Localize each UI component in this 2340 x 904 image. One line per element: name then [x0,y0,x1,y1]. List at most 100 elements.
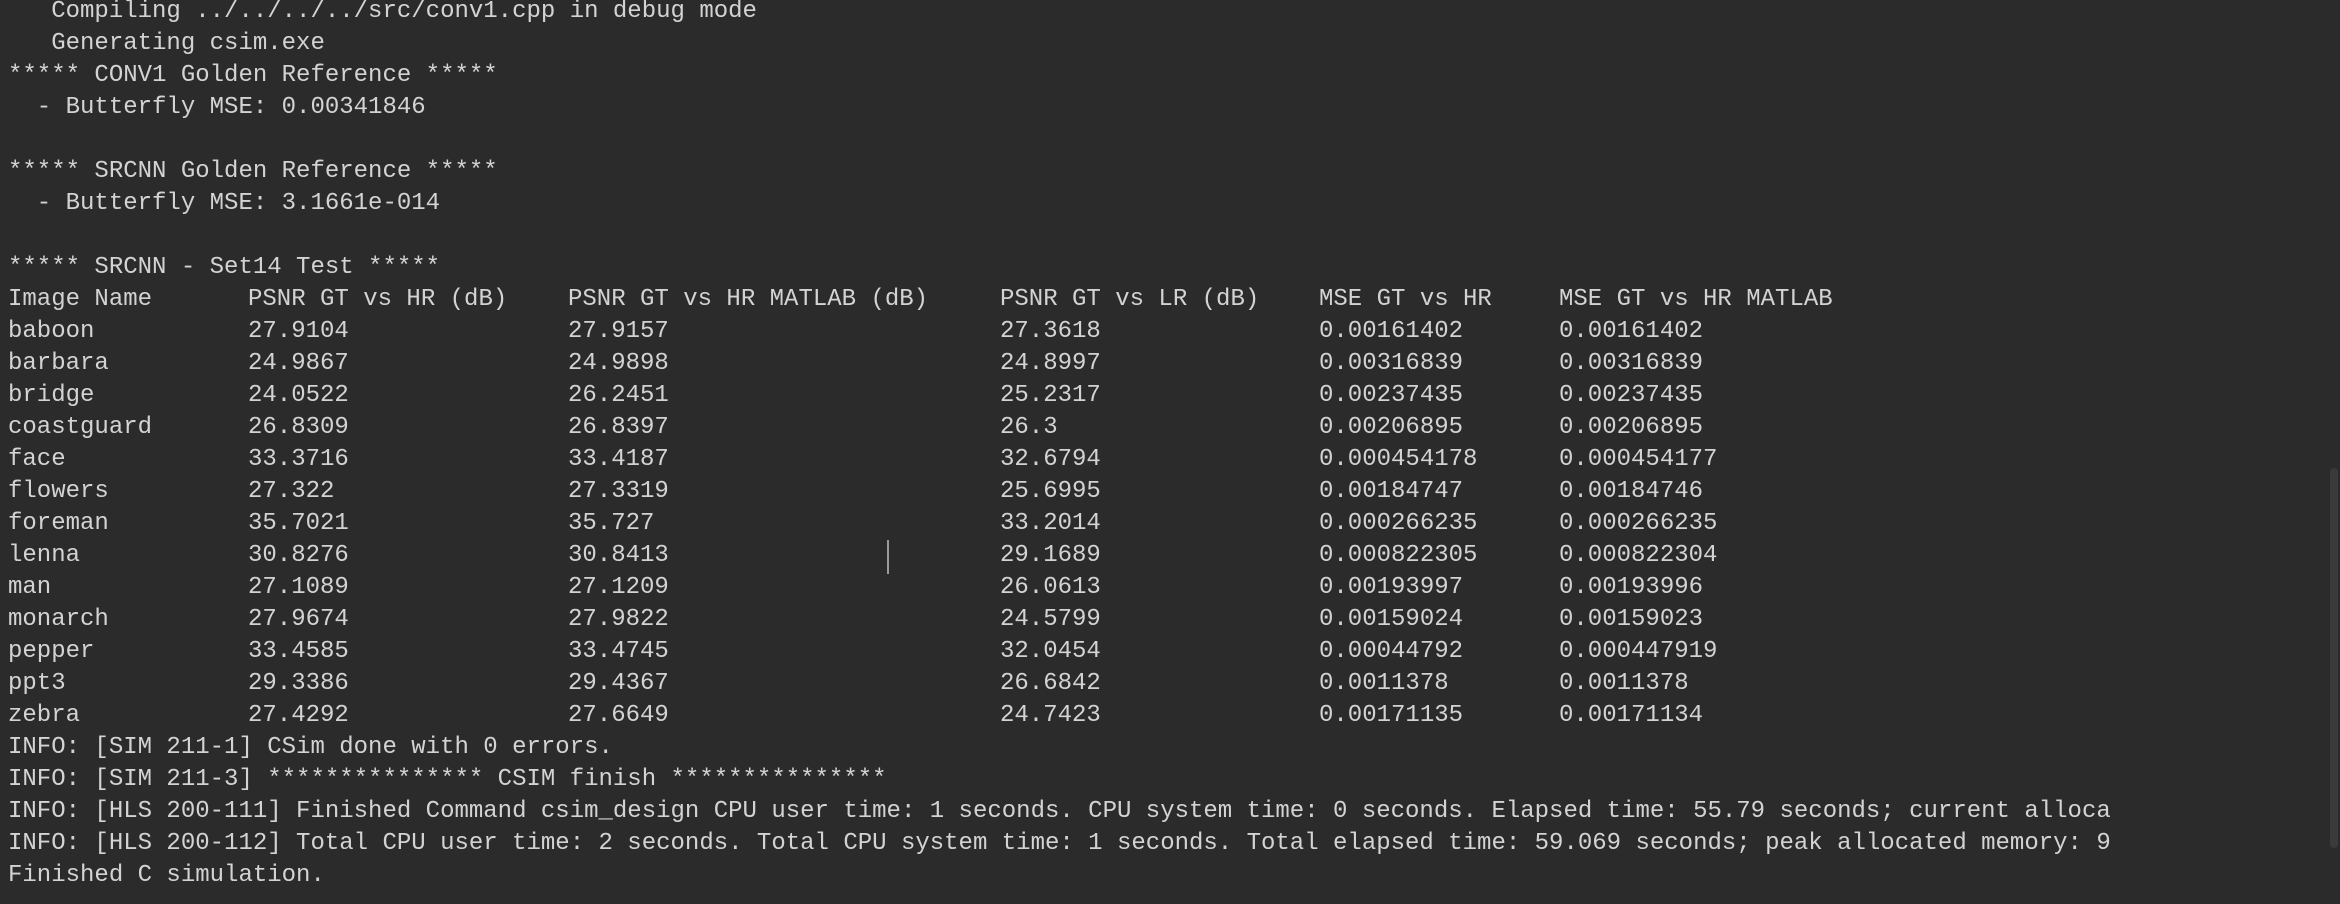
cell-psnr-hr: 29.3386 [248,670,349,697]
column-header-psnr-gt-vs-hr-matlab: PSNR GT vs HR MATLAB (dB) [568,286,929,313]
cell-psnr-lr: 26.0613 [1000,574,1101,601]
cell-psnr-lr: 24.7423 [1000,702,1101,729]
cell-mse-hr: 0.000454178 [1319,446,1478,473]
cell-image-name: barbara [8,350,109,377]
console-lines: Compiling ../../../../src/conv1.cpp in d… [8,0,2340,892]
cell-psnr-lr: 26.3 [1000,414,1058,441]
cell-mse-hr-matlab: 0.00316839 [1559,350,1704,377]
cell-psnr-hr: 27.1089 [248,574,349,601]
cell-mse-hr-matlab: 0.000266235 [1559,510,1718,537]
cell-psnr-hr: 33.3716 [248,446,349,473]
console-output[interactable]: Compiling ../../../../src/conv1.cpp in d… [0,0,2340,904]
column-header-mse-gt-vs-hr-matlab: MSE GT vs HR MATLAB [1559,286,1833,313]
cell-psnr-hr: 27.9674 [248,606,349,633]
console-line-conv1-mse: - Butterfly MSE: 0.00341846 [8,94,426,121]
cell-psnr-lr: 29.1689 [1000,542,1101,569]
cell-mse-hr: 0.00237435 [1319,382,1464,409]
cell-psnr-lr: 25.2317 [1000,382,1101,409]
table-row: barbara 24.9867 24.9898 24.8997 0.003168… [8,348,2340,380]
cell-mse-hr-matlab: 0.000822304 [1559,542,1718,569]
cell-mse-hr: 0.00193997 [1319,574,1464,601]
column-header-psnr-gt-vs-lr: PSNR GT vs LR (dB) [1000,286,1260,313]
cell-psnr-lr: 24.8997 [1000,350,1101,377]
console-line-csim-done: INFO: [SIM 211-1] CSim done with 0 error… [8,734,613,761]
cell-psnr-hr-matlab: 24.9898 [568,350,669,377]
table-row: coastguard 26.8309 26.8397 26.3 0.002068… [8,412,2340,444]
cell-psnr-hr: 26.8309 [248,414,349,441]
cell-psnr-hr-matlab: 33.4745 [568,638,669,665]
console-line-csim-finish: INFO: [SIM 211-3] *************** CSIM f… [8,766,887,793]
table-row: face 33.3716 33.4187 32.6794 0.000454178… [8,444,2340,476]
cell-mse-hr: 0.00206895 [1319,414,1464,441]
table-row: lenna 30.8276 30.8413 29.1689 0.00082230… [8,540,2340,572]
cell-mse-hr: 0.000266235 [1319,510,1478,537]
cell-psnr-hr: 24.0522 [248,382,349,409]
cell-psnr-hr-matlab: 30.8413 [568,542,669,569]
cell-image-name: pepper [8,638,95,665]
cell-psnr-hr: 35.7021 [248,510,349,537]
cell-mse-hr-matlab: 0.00206895 [1559,414,1704,441]
cell-psnr-hr: 24.9867 [248,350,349,377]
cell-psnr-hr-matlab: 33.4187 [568,446,669,473]
console-line-finished-c-simulation: Finished C simulation. [8,862,325,889]
cell-mse-hr: 0.00184747 [1319,478,1464,505]
cell-psnr-lr: 32.6794 [1000,446,1101,473]
cell-image-name: foreman [8,510,109,537]
cell-psnr-lr: 24.5799 [1000,606,1101,633]
table-row: man 27.1089 27.1209 26.0613 0.00193997 0… [8,572,2340,604]
cell-mse-hr: 0.00316839 [1319,350,1464,377]
cell-psnr-lr: 33.2014 [1000,510,1101,537]
cell-mse-hr-matlab: 0.0011378 [1559,670,1689,697]
cell-psnr-lr: 25.6995 [1000,478,1101,505]
console-line-compiling: Compiling ../../../../src/conv1.cpp in d… [8,0,757,25]
cell-image-name: coastguard [8,414,153,441]
cell-mse-hr-matlab: 0.00171134 [1559,702,1704,729]
cell-psnr-hr-matlab: 27.1209 [568,574,669,601]
cell-image-name: monarch [8,606,109,633]
cell-psnr-lr: 27.3618 [1000,318,1101,345]
cell-psnr-hr: 27.4292 [248,702,349,729]
column-header-psnr-gt-vs-hr: PSNR GT vs HR (dB) [248,286,508,313]
cell-psnr-lr: 26.6842 [1000,670,1101,697]
cell-psnr-hr-matlab: 26.2451 [568,382,669,409]
cell-mse-hr-matlab: 0.000447919 [1559,638,1718,665]
cell-psnr-hr: 33.4585 [248,638,349,665]
console-line-srcnn-header: ***** SRCNN Golden Reference ***** [8,158,498,185]
cell-mse-hr: 0.000822305 [1319,542,1478,569]
table-row: flowers 27.322 27.3319 25.6995 0.0018474… [8,476,2340,508]
cell-mse-hr: 0.00159024 [1319,606,1464,633]
cell-psnr-hr: 27.322 [248,478,335,505]
table-row: pepper 33.4585 33.4745 32.0454 0.0004479… [8,636,2340,668]
cell-psnr-hr-matlab: 29.4367 [568,670,669,697]
cell-psnr-lr: 32.0454 [1000,638,1101,665]
cell-image-name: ppt3 [8,670,66,697]
cell-mse-hr-matlab: 0.00184746 [1559,478,1704,505]
cell-psnr-hr: 27.9104 [248,318,349,345]
cell-image-name: baboon [8,318,95,345]
cell-mse-hr: 0.00161402 [1319,318,1464,345]
cell-mse-hr-matlab: 0.00161402 [1559,318,1704,345]
cell-psnr-hr-matlab: 27.6649 [568,702,669,729]
table-row: baboon 27.9104 27.9157 27.3618 0.0016140… [8,316,2340,348]
cell-psnr-hr-matlab: 35.727 [568,510,655,537]
table-row: zebra 27.4292 27.6649 24.7423 0.00171135… [8,700,2340,732]
column-header-mse-gt-vs-hr: MSE GT vs HR [1319,286,1492,313]
vertical-scrollbar[interactable] [2326,0,2340,904]
cell-mse-hr-matlab: 0.000454177 [1559,446,1718,473]
cell-mse-hr-matlab: 0.00237435 [1559,382,1704,409]
cell-mse-hr-matlab: 0.00159023 [1559,606,1704,633]
table-row: ppt3 29.3386 29.4367 26.6842 0.0011378 0… [8,668,2340,700]
table-row: foreman 35.7021 35.727 33.2014 0.0002662… [8,508,2340,540]
console-line-generating: Generating csim.exe [8,30,325,57]
column-header-image-name: Image Name [8,286,153,313]
cell-psnr-hr: 30.8276 [248,542,349,569]
cell-image-name: flowers [8,478,109,505]
cell-image-name: face [8,446,66,473]
cell-image-name: man [8,574,52,601]
cell-mse-hr: 0.0011378 [1319,670,1449,697]
scrollbar-thumb[interactable] [2330,468,2338,848]
cell-image-name: zebra [8,702,81,729]
console-line-conv1-header: ***** CONV1 Golden Reference ***** [8,62,498,89]
